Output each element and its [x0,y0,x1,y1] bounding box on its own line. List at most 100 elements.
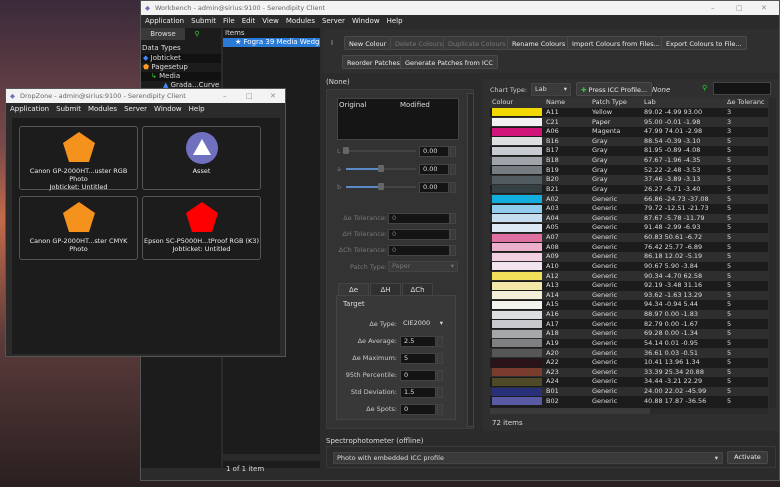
minimize-button[interactable]: – [223,89,227,103]
tab-delta-h[interactable]: ΔH [370,283,401,295]
slider-L[interactable] [343,147,416,154]
maximize-button[interactable]: □ [736,1,743,15]
table-row[interactable]: B19 Gray 52.22 -2.48 -3.53 5 [490,165,768,175]
target-input[interactable]: 2.5 [400,336,436,347]
scrollbar-thumb[interactable] [490,408,650,414]
spin-buttons[interactable] [437,404,443,415]
table-row[interactable]: A14 Generic 93.62 -1.63 13.29 5 [490,290,768,301]
menu-server[interactable]: Server [124,105,147,113]
table-row[interactable]: A24 Generic 34.44 -3.21 22.29 5 [490,377,768,387]
table-row[interactable]: A08 Generic 76.42 25.77 -6.89 5 [490,242,768,252]
table-row[interactable]: A09 Generic 86.18 12.02 -5.19 5 [490,252,768,262]
target-input[interactable]: 5 [400,353,436,364]
tree-item-media[interactable]: ↳ Media [141,72,221,81]
table-vertical-scrollbar[interactable] [769,98,776,408]
table-row[interactable]: B18 Gray 67.67 -1.96 -4.35 5 [490,155,768,166]
table-row[interactable]: A22 Generic 10.41 13.96 1.34 5 [490,357,768,368]
spin-buttons[interactable] [437,387,443,398]
table-row[interactable]: A06 Magenta 47.99 74.01 -2.98 3 [490,126,768,137]
table-row[interactable]: A16 Generic 88.97 0.00 -1.83 5 [490,309,768,320]
menu-file[interactable]: File [223,17,235,25]
target-input[interactable]: 0 [400,404,436,415]
table-row[interactable]: A05 Generic 91.48 -2.99 -6.93 5 [490,223,768,233]
tolerance-input[interactable]: 0 [388,229,450,240]
slider-value-a[interactable]: 0.00 [419,164,449,175]
table-row[interactable]: A12 Generic 90.34 -4.70 62.58 5 [490,271,768,281]
table-row[interactable]: A02 Generic 66.86 -24.73 -37.08 5 [490,194,768,204]
table-row[interactable]: B21 Gray 26.27 -6.71 -3.40 5 [490,184,768,195]
reorder-patches-button[interactable]: Reorder Patches [342,55,405,69]
maximize-button[interactable]: □ [246,89,253,103]
table-row[interactable]: A18 Generic 69.28 0.00 -1.34 5 [490,329,768,339]
chart-type-select[interactable]: Lab ▾ [531,83,571,96]
spin-buttons[interactable] [450,245,456,256]
table-row[interactable]: A04 Generic 87.67 -5.78 -11.79 5 [490,213,768,224]
target-input[interactable]: 1.5 [400,387,436,398]
table-row[interactable]: A07 Generic 60.83 50.61 -6.72 5 [490,232,768,243]
duplicate-colours-button[interactable]: Duplicate Colours [443,36,511,50]
tab-delta-ch[interactable]: ΔCh [402,283,433,295]
menu-server[interactable]: Server [322,17,345,25]
dropzone-card[interactable]: Canon GP-2000HT...ster CMYK Photo [19,196,138,260]
new-colour-button[interactable]: New Colour [344,36,392,50]
menu-modules[interactable]: Modules [88,105,117,113]
list-item[interactable]: ★ Fogra 39 Media Wedge [223,38,320,47]
column-header[interactable]: Name [544,98,590,108]
spin-buttons[interactable] [437,370,443,381]
press-icc-profile-button[interactable]: ✚ Press ICC Profile... [576,82,653,96]
tolerance-input[interactable]: 0 [388,245,450,256]
slider-handle[interactable] [378,183,384,190]
spin-buttons[interactable] [437,336,443,347]
target-input[interactable]: 0 [400,370,436,381]
slider-value-b[interactable]: 0.00 [419,182,449,193]
table-row[interactable]: B16 Gray 88.54 -0.39 -3.10 5 [490,136,768,147]
table-row[interactable]: A11 Yellow 89.02 -4.99 93.00 3 [490,107,768,118]
tolerance-input[interactable]: 0 [388,213,450,224]
table-row[interactable]: A20 Generic 36.61 0.03 -0.51 5 [490,348,768,358]
table-row[interactable]: A10 Generic 90.67 5.90 -3.84 5 [490,261,768,272]
horizontal-scrollbar[interactable] [223,454,320,461]
export-colours-to-file-button[interactable]: Export Colours to File... [661,36,747,50]
menu-view[interactable]: View [262,17,279,25]
menu-window[interactable]: Window [352,17,380,25]
slider-handle[interactable] [378,165,384,172]
slider-handle[interactable] [343,147,349,154]
menu-submit[interactable]: Submit [191,17,216,25]
table-row[interactable]: B01 Generic 24.00 22.02 -45.99 5 [490,386,768,397]
column-header[interactable]: Δe Toleranc [725,98,768,108]
slider-a[interactable] [346,165,416,172]
table-row[interactable]: A13 Generic 92.19 -3.48 31.16 5 [490,280,768,291]
tree-item-pagesetup[interactable]: ⬟ Pagesetup [141,63,221,72]
menu-edit[interactable]: Edit [242,17,256,25]
close-button[interactable]: ✕ [761,1,767,15]
search-input[interactable] [713,82,771,95]
table-row[interactable]: A19 Generic 54.14 0.01 -0.95 5 [490,338,768,349]
slider-b[interactable] [346,183,416,190]
table-row[interactable]: A03 Generic 79.72 -12.51 -21.73 5 [490,203,768,214]
delete-colours-button[interactable]: Delete Colours [390,36,448,50]
menu-application[interactable]: Application [10,105,49,113]
column-header[interactable]: Colour [490,98,544,108]
import-colours-from-files-button[interactable]: Import Colours from Files... [567,36,665,50]
spin-buttons[interactable] [450,146,456,157]
dropzone-card[interactable]: Canon GP-2000HT...uster RGB Photo Jobtick… [19,126,138,191]
menu-modules[interactable]: Modules [286,17,315,25]
table-row[interactable]: B17 Gray 81.95 -0.89 -4.08 5 [490,146,768,156]
rename-colours-button[interactable]: Rename Colours [507,36,571,50]
table-row[interactable]: A15 Generic 94.34 -0.94 5.44 5 [490,300,768,310]
menu-window[interactable]: Window [154,105,182,113]
table-row[interactable]: A23 Generic 33.39 25.34 20.88 5 [490,367,768,378]
table-row[interactable]: B20 Gray 37.46 -3.89 -3.13 5 [490,175,768,185]
spin-buttons[interactable] [450,182,456,193]
menu-help[interactable]: Help [387,17,403,25]
column-header[interactable]: Patch Type [590,98,642,108]
column-header[interactable]: Lab [642,98,725,108]
table-row[interactable]: C21 Paper 95.00 -0.01 -1.98 3 [490,117,768,127]
patch-type-select[interactable]: Paper ▾ [388,261,458,272]
spin-buttons[interactable] [437,353,443,364]
table-row[interactable]: A17 Generic 82.79 0.00 -1.67 5 [490,319,768,329]
spin-buttons[interactable] [450,229,456,240]
dropzone-card[interactable]: Epson SC-P5000H...tProof RGB (K3) Jobtick… [142,196,261,260]
close-button[interactable]: ✕ [270,89,276,103]
menu-submit[interactable]: Submit [56,105,81,113]
